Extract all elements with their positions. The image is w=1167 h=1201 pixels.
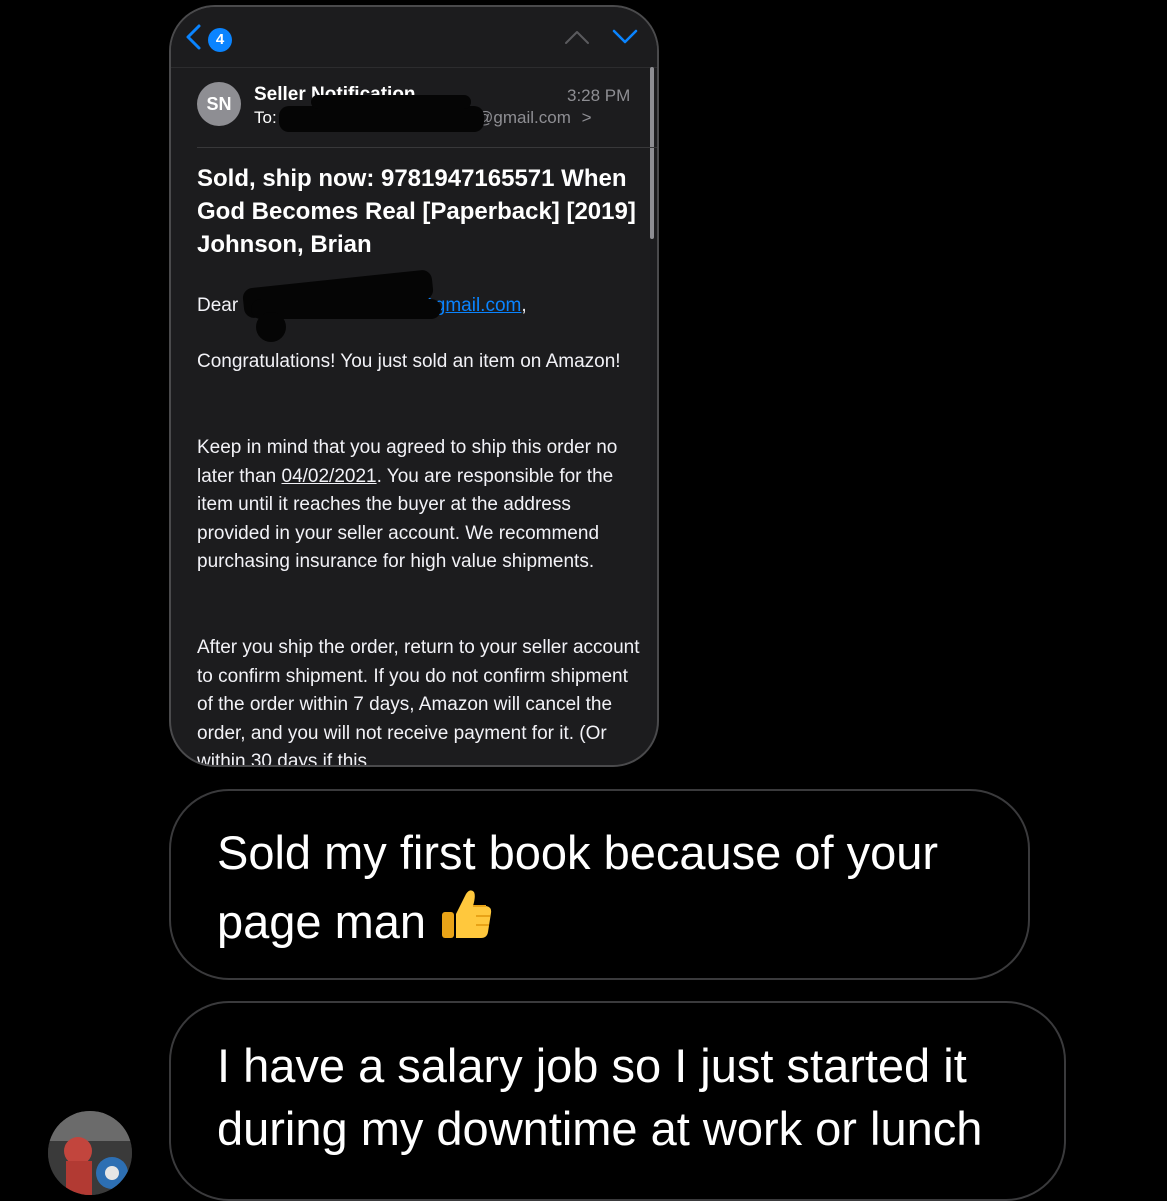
message-text: Sold my first book because of your page … [217, 826, 939, 948]
chat-message-bubble[interactable]: Sold my first book because of your page … [169, 789, 1030, 980]
greeting-suffix: , [521, 295, 527, 316]
scrollbar[interactable] [650, 67, 654, 239]
chat-message: Sold my first book because of your page … [217, 821, 1007, 953]
email-subject: Sold, ship now: 9781947165571 When God B… [197, 165, 636, 258]
chat-message-bubble[interactable]: I have a salary job so I just started it… [169, 1001, 1066, 1201]
email-time: 3:28 PM [567, 86, 631, 105]
greeting-prefix: Dear [197, 295, 239, 316]
next-message-icon[interactable] [611, 27, 639, 47]
redaction-mark [311, 95, 471, 109]
recipient-address: @gmail.com [476, 108, 571, 127]
thumbs-up-icon [442, 890, 492, 938]
redaction-mark [256, 312, 286, 342]
to-label: To: [254, 108, 277, 127]
sender-avatar[interactable] [48, 1111, 132, 1195]
unread-count-badge: 4 [208, 28, 232, 52]
paragraph-congratulations: Congratulations! You just sold an item o… [197, 351, 621, 372]
email-toolbar: 4 [171, 7, 657, 68]
back-chevron-icon[interactable] [183, 23, 205, 51]
sender-avatar-initials: SN [197, 82, 241, 126]
email-screenshot[interactable]: 4 SN Seller Notification 3:28 PM To: @gm… [169, 5, 659, 767]
chat-message: I have a salary job so I just started it… [217, 1039, 983, 1155]
previous-message-icon[interactable] [563, 27, 591, 47]
recipient-chevron-icon: > [581, 108, 592, 127]
redaction-mark [279, 106, 484, 132]
paragraph-shipping-terms: Keep in mind that you agreed to ship thi… [197, 434, 642, 577]
paragraph-confirm-shipment: After you ship the order, return to your… [197, 637, 640, 767]
header-divider [197, 147, 657, 148]
avatar-photo [48, 1111, 132, 1195]
ship-by-date[interactable]: 04/02/2021 [282, 466, 377, 487]
